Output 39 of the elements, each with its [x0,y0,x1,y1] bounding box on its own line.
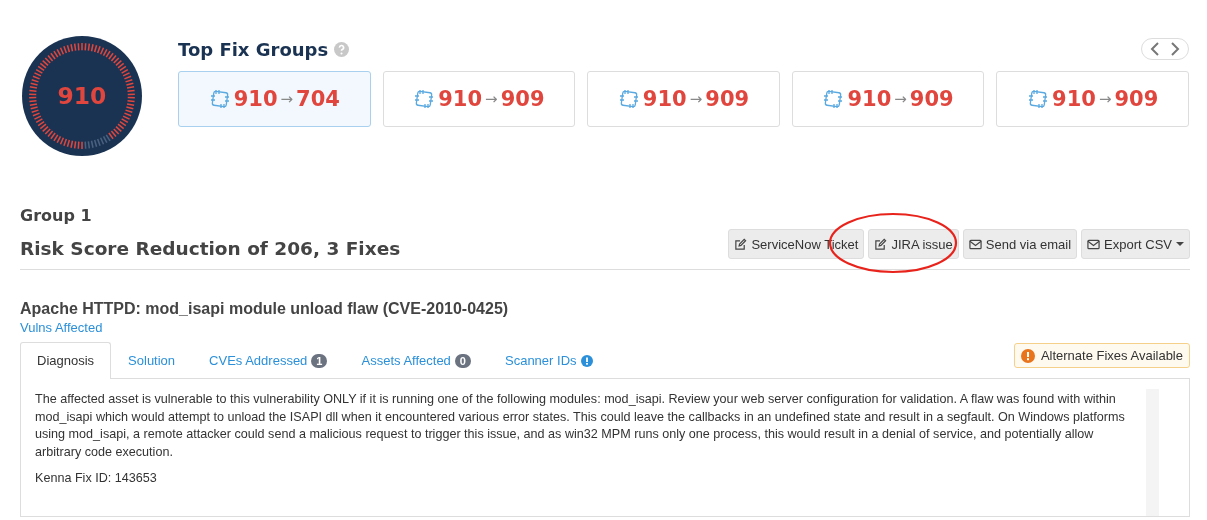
fix-group-card[interactable]: 910→909 [587,71,780,127]
tab[interactable]: CVEs Addressed 1 [192,342,345,379]
action-button[interactable]: JIRA issue [868,229,959,259]
diagnosis-text: The affected asset is vulnerable to this vulnerability ONLY if it is running one of the following modules: mod_isapi. Review your web server configuration for validation. A flaw was found with within mod_isapi which would attempt to unload the ISAPI dll when it encountered various error states. This could leave the callbacks in an undefined state and result in a segfault. On Windows platforms using mod_isapi, a remote attacker could send a malicious request to trigger this issue, and as win32 MPM runs only one process, this would result in a denial of service, and potentially allow arbitrary code execution. [35,391,1126,461]
fix-group-card[interactable]: 910→909 [996,71,1189,127]
edit-icon [874,237,888,251]
mail-icon [1087,238,1101,250]
patch-icon [1027,88,1050,110]
group-label: Group 1 [20,206,93,225]
tab[interactable]: Assets Affected 0 [344,342,488,379]
next-icon[interactable] [1170,41,1180,57]
patch-icon [208,88,231,110]
tab[interactable]: Scanner IDs [488,342,610,379]
mail-icon [968,238,982,250]
patch-icon [413,88,436,110]
fix-group-card[interactable]: 910→909 [382,71,576,127]
fix-id: Kenna Fix ID: 143653 [35,470,158,487]
caret-icon [1176,242,1184,246]
action-button[interactable]: Export CSV [1081,229,1190,259]
fix-group-card[interactable]: 910→909 [791,71,985,127]
section-title: Top Fix Groups [178,38,329,60]
tab[interactable]: Diagnosis [20,342,112,379]
alert-badge[interactable]: Alternate Fixes Available [1013,343,1190,368]
action-button[interactable]: Send via email [962,229,1078,259]
edit-icon [734,237,748,251]
fix-group-card[interactable]: 910→704 [178,71,371,127]
score-value: 910 [57,82,107,111]
count-badge: 0 [454,353,471,368]
patch-icon [617,88,640,110]
group-heading: Risk Score Reduction of 206, 3 Fixes [20,238,401,259]
alert-text: Alternate Fixes Available [1040,348,1183,363]
fix-title: Apache HTTPD: mod_isapi module unload flaw (CVE-2010-0425) [20,300,510,318]
patch-icon [822,88,845,110]
vulns-link[interactable]: Vulns Affected [20,320,103,335]
warning-icon [1020,348,1035,363]
previous-icon[interactable] [1150,41,1160,57]
count-badge: 1 [311,353,328,368]
tab[interactable]: Solution [111,342,193,379]
scrollbar[interactable] [1146,389,1159,516]
